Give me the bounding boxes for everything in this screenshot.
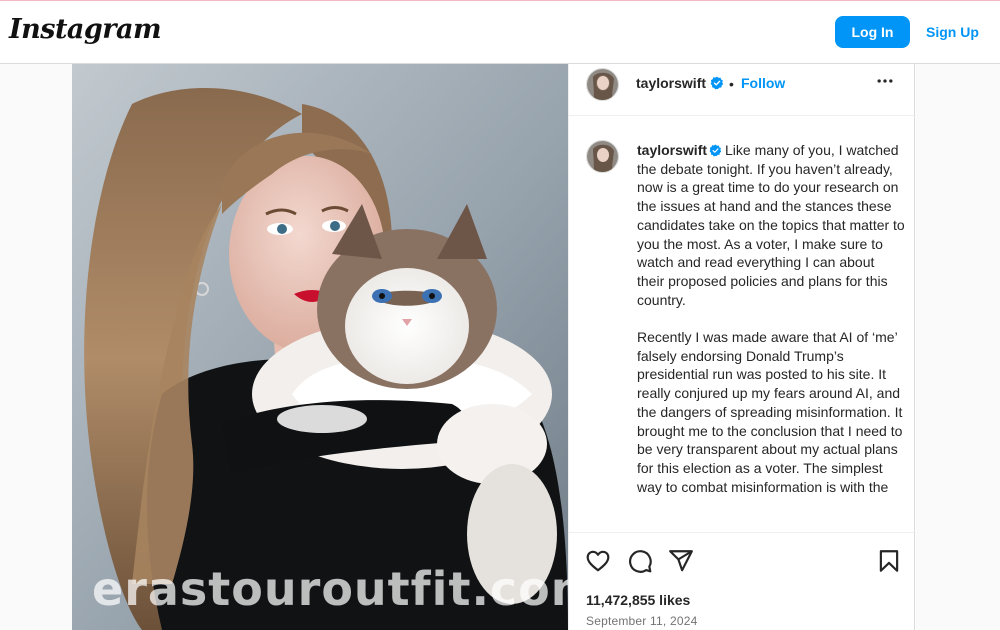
- caption-text: Like many of you, I watched the debate t…: [637, 142, 905, 308]
- follow-button[interactable]: Follow: [741, 75, 785, 91]
- watermark-text: erastouroutfit.com: [92, 562, 568, 616]
- like-count[interactable]: 11,472,855 likes: [586, 592, 690, 608]
- caption-paragraph: taylorswift Like many of you, I watched t…: [637, 141, 905, 309]
- post-caption: taylorswift Like many of you, I watched t…: [637, 141, 905, 515]
- top-navigation-bar: Instagram Log In Sign Up: [0, 0, 1000, 64]
- caption-paragraph: Recently I was made aware that AI of ‘me…: [637, 328, 905, 496]
- comment-icon[interactable]: [627, 548, 653, 574]
- signup-link[interactable]: Sign Up: [926, 24, 979, 40]
- instagram-logo[interactable]: Instagram: [9, 14, 162, 45]
- post-header: taylorswift • Follow: [569, 64, 916, 116]
- separator-dot: •: [729, 76, 734, 92]
- caption-author-avatar[interactable]: [586, 140, 619, 173]
- post-image[interactable]: erastouroutfit.com: [72, 64, 568, 630]
- login-button[interactable]: Log In: [835, 16, 910, 48]
- bookmark-icon[interactable]: [876, 548, 902, 574]
- avatar-image: [587, 141, 618, 172]
- post-date[interactable]: September 11, 2024: [586, 614, 697, 628]
- post-actions: 11,472,855 likes September 11, 2024: [569, 532, 916, 630]
- right-gutter: [916, 64, 1000, 630]
- heart-icon[interactable]: [585, 548, 611, 574]
- post-details-panel: taylorswift • Follow taylorswift Like man…: [568, 64, 916, 630]
- more-options-icon[interactable]: [875, 71, 895, 91]
- post-photo-illustration: [72, 64, 568, 630]
- left-gutter: [0, 64, 72, 630]
- caption-text: Recently I was made aware that AI of ‘me…: [637, 329, 903, 495]
- author-username[interactable]: taylorswift: [636, 75, 706, 91]
- verified-badge-icon: [709, 144, 722, 157]
- caption-scroll-area[interactable]: taylorswift Like many of you, I watched t…: [569, 116, 916, 532]
- caption-username[interactable]: taylorswift: [637, 142, 707, 158]
- verified-badge-icon: [710, 76, 724, 90]
- share-icon[interactable]: [668, 548, 694, 574]
- avatar-image: [587, 69, 618, 100]
- author-avatar[interactable]: [586, 68, 619, 101]
- top-accent-line: [0, 0, 1000, 1]
